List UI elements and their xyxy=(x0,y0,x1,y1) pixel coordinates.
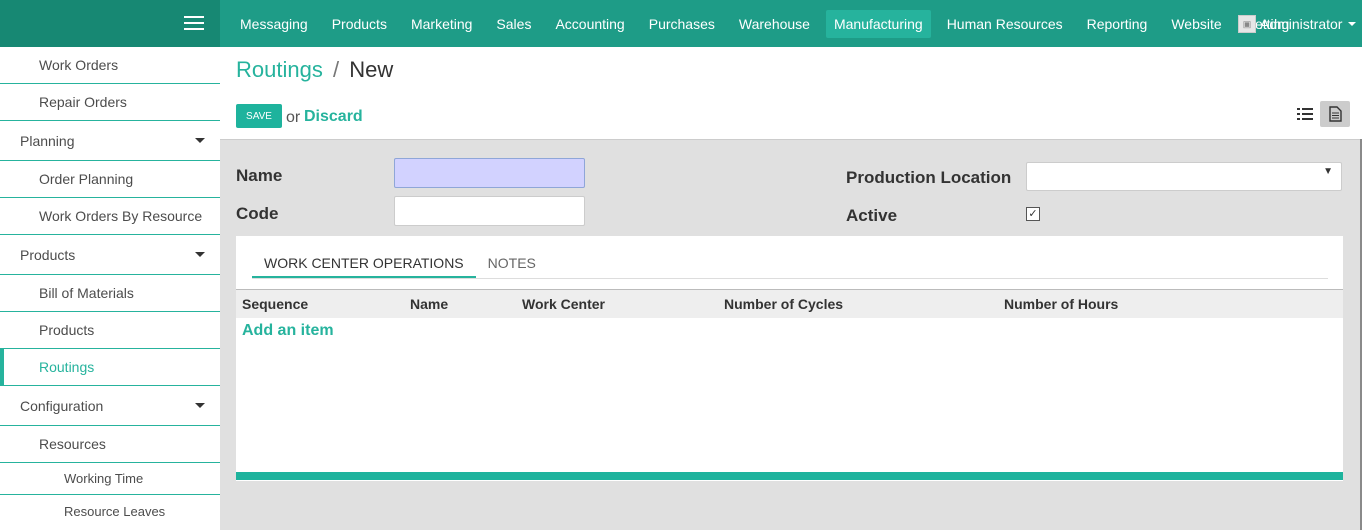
sidebar-item-work-orders[interactable]: Work Orders xyxy=(0,47,220,84)
main-content: Routings / New SAVE or Discard Name Code xyxy=(220,47,1362,530)
sidebar-item-label: Work Orders xyxy=(39,57,119,73)
table-header: Sequence Name Work Center Number of Cycl… xyxy=(236,289,1343,318)
table-row: Add an item xyxy=(236,318,1343,346)
sidebar-item-working-time[interactable]: Working Time xyxy=(0,463,220,495)
sidebar-item-resources[interactable]: Resources xyxy=(0,426,220,463)
sidebar-item-products[interactable]: Products xyxy=(0,312,220,349)
app-switcher-area xyxy=(0,0,220,47)
sidebar-item-label: Bill of Materials xyxy=(39,285,134,301)
sidebar-item-order-planning[interactable]: Order Planning xyxy=(0,161,220,198)
column-header-number-of-hours[interactable]: Number of Hours xyxy=(1004,296,1118,312)
notebook: WORK CENTER OPERATIONS NOTES Sequence Na… xyxy=(236,236,1343,481)
column-header-number-of-cycles[interactable]: Number of Cycles xyxy=(724,296,843,312)
sidebar-section-products[interactable]: Products xyxy=(0,235,220,275)
top-navbar: Messaging Products Marketing Sales Accou… xyxy=(0,0,1362,47)
save-button[interactable]: SAVE xyxy=(236,104,282,128)
active-checkbox[interactable]: ✓ xyxy=(1026,207,1040,221)
hamburger-menu-icon[interactable] xyxy=(184,16,204,32)
menu-item-warehouse[interactable]: Warehouse xyxy=(731,10,818,38)
breadcrumb-separator: / xyxy=(332,57,340,82)
breadcrumb-current: New xyxy=(349,57,394,82)
sidebar-item-label: Products xyxy=(20,246,76,263)
sidebar-item-bill-of-materials[interactable]: Bill of Materials xyxy=(0,275,220,312)
name-field[interactable] xyxy=(394,158,585,188)
caret-down-icon xyxy=(195,403,205,408)
menu-item-messaging[interactable]: Messaging xyxy=(232,10,316,38)
code-field[interactable] xyxy=(394,196,585,226)
sidebar-item-resource-leaves[interactable]: Resource Leaves xyxy=(0,495,220,527)
sidebar-item-label: Working Time xyxy=(64,471,144,486)
menu-item-marketing[interactable]: Marketing xyxy=(403,10,480,38)
main-menu: Messaging Products Marketing Sales Accou… xyxy=(232,0,1305,47)
or-text: or xyxy=(286,109,301,126)
sidebar-item-label: Work Orders By Resource xyxy=(39,208,203,224)
form-view-icon[interactable] xyxy=(1320,101,1350,127)
column-header-work-center[interactable]: Work Center xyxy=(522,296,605,312)
sidebar-item-label: Configuration xyxy=(20,397,104,414)
column-header-sequence[interactable]: Sequence xyxy=(242,296,308,312)
menu-item-human-resources[interactable]: Human Resources xyxy=(939,10,1071,38)
name-label: Name xyxy=(236,166,283,185)
column-header-name[interactable]: Name xyxy=(410,296,448,312)
sidebar-item-routings[interactable]: Routings xyxy=(0,349,220,386)
production-location-select[interactable]: ▼ xyxy=(1026,162,1342,191)
menu-item-manufacturing[interactable]: Manufacturing xyxy=(825,9,931,38)
user-menu[interactable]: ▣ Administrator xyxy=(1238,15,1357,33)
dropdown-arrow-icon: ▼ xyxy=(1323,166,1333,177)
avatar: ▣ xyxy=(1238,15,1256,33)
caret-down-icon xyxy=(195,252,205,257)
menu-item-reporting[interactable]: Reporting xyxy=(1079,10,1156,38)
menu-item-website[interactable]: Website xyxy=(1163,10,1229,38)
user-name: Administrator xyxy=(1260,16,1343,32)
sidebar-item-label: Routings xyxy=(39,359,95,375)
sidebar-item-label: Products xyxy=(39,322,95,338)
add-item-link[interactable]: Add an item xyxy=(242,322,334,340)
sidebar-item-label: Repair Orders xyxy=(39,94,127,110)
operations-table: Sequence Name Work Center Number of Cycl… xyxy=(236,289,1343,346)
menu-item-products[interactable]: Products xyxy=(324,10,395,38)
checkmark-icon: ✓ xyxy=(1028,208,1038,220)
sidebar-item-label: Order Planning xyxy=(39,171,134,187)
caret-down-icon xyxy=(195,138,205,143)
active-label: Active xyxy=(846,206,898,225)
breadcrumb-link-routings[interactable]: Routings xyxy=(236,57,323,82)
sidebar-item-work-orders-by-resource[interactable]: Work Orders By Resource xyxy=(0,198,220,235)
tab-notes[interactable]: NOTES xyxy=(476,246,548,278)
sidebar: Work Orders Repair Orders Planning Order… xyxy=(0,47,220,530)
menu-item-sales[interactable]: Sales xyxy=(488,10,539,38)
production-location-label: Production Location xyxy=(846,168,1012,187)
tab-work-center-operations[interactable]: WORK CENTER OPERATIONS xyxy=(252,246,476,278)
tab-bar: WORK CENTER OPERATIONS NOTES xyxy=(252,246,1328,279)
menu-item-accounting[interactable]: Accounting xyxy=(547,10,632,38)
breadcrumb: Routings / New xyxy=(236,57,393,83)
sidebar-item-repair-orders[interactable]: Repair Orders xyxy=(0,84,220,121)
discard-link[interactable]: Discard xyxy=(304,108,363,126)
view-switcher xyxy=(1290,101,1350,127)
sidebar-item-label: Resource Leaves xyxy=(64,503,166,519)
list-view-icon[interactable] xyxy=(1290,101,1320,127)
sidebar-item-label: Resources xyxy=(39,436,106,452)
sidebar-section-planning[interactable]: Planning xyxy=(0,121,220,161)
menu-item-purchases[interactable]: Purchases xyxy=(641,10,723,38)
chevron-down-icon xyxy=(1348,22,1357,26)
sidebar-item-label: Planning xyxy=(20,132,75,149)
code-label: Code xyxy=(236,204,279,223)
table-footer-bar xyxy=(236,472,1343,480)
sidebar-section-configuration[interactable]: Configuration xyxy=(0,386,220,426)
form-sheet: Name Code Production Location ▼ Active ✓… xyxy=(220,139,1362,530)
